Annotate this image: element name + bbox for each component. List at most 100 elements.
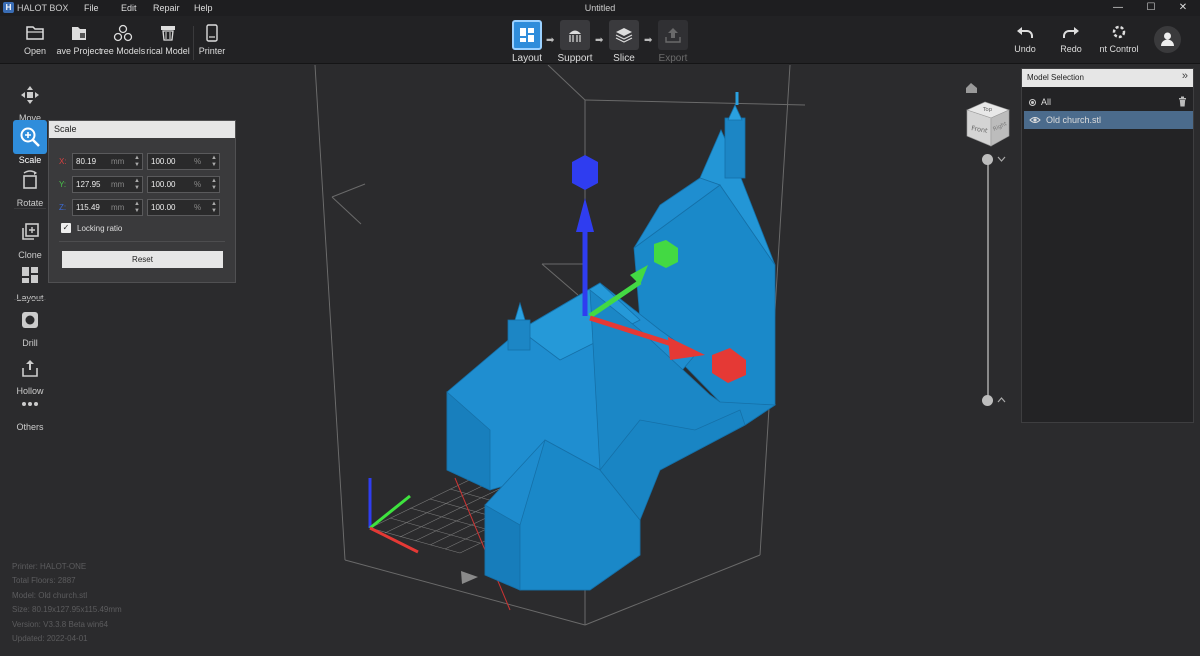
hollow-icon xyxy=(22,360,38,377)
scale-x-percent-input[interactable]: 100.00 % ▲ ▼ xyxy=(147,152,220,170)
info-updated: Updated: 2022-04-01 xyxy=(12,634,88,644)
trash-icon[interactable] xyxy=(1178,96,1187,107)
scale-y-percent-input[interactable]: 100.00 % ▲ ▼ xyxy=(147,175,220,193)
sidebar-item-move[interactable]: Move xyxy=(12,78,48,123)
info-size: Size: 80.19x127.95x115.49mm xyxy=(12,605,122,615)
spinner-icon[interactable]: ▲ ▼ xyxy=(211,201,217,215)
sidebar-divider xyxy=(14,299,46,300)
sidebar-item-rotate[interactable]: Rotate xyxy=(12,163,48,208)
scale-row-x: X: 80.19 mm ▲ ▼ 100.00 % ▲ ▼ xyxy=(59,152,220,170)
print-control-button[interactable]: nt Control xyxy=(1094,24,1144,64)
layer-slider-bottom-handle[interactable] xyxy=(982,395,993,406)
layer-slider-track[interactable] xyxy=(987,162,989,398)
sidebar-item-drill-label: Drill xyxy=(22,338,38,348)
chevron-down-icon[interactable] xyxy=(997,156,1006,163)
clone-icon xyxy=(22,223,39,240)
save-project-button[interactable]: ave Project xyxy=(54,24,104,64)
undo-button[interactable]: Undo xyxy=(1000,24,1050,64)
spinner-icon[interactable]: ▲ ▼ xyxy=(134,155,140,169)
sidebar-item-scale[interactable]: Scale xyxy=(12,120,48,165)
sidebar-item-rotate-label: Rotate xyxy=(16,198,44,208)
model-item-all-label: All xyxy=(1041,97,1052,107)
step-layout-label: Layout xyxy=(511,53,543,64)
scale-z-mm-input[interactable]: 115.49 mm ▲ ▼ xyxy=(72,198,143,216)
model-item-old-church-label: Old church.stl xyxy=(1046,115,1102,125)
free-models-button[interactable]: ree Models xyxy=(98,24,148,64)
print-control-label: nt Control xyxy=(1099,44,1139,54)
spinner-icon[interactable]: ▲ ▼ xyxy=(211,155,217,169)
printer-info: Printer: HALOT-ONE Total Floors: 2887 Mo… xyxy=(12,560,122,646)
app-logo-icon: H xyxy=(3,2,14,13)
minimize-button[interactable]: — xyxy=(1103,0,1133,16)
scale-panel-title: Scale xyxy=(49,121,235,138)
maximize-button[interactable]: ☐ xyxy=(1136,0,1166,16)
scale-row-y: Y: 127.95 mm ▲ ▼ 100.00 % ▲ ▼ xyxy=(59,175,220,193)
radio-icon xyxy=(1029,98,1036,106)
spinner-icon[interactable]: ▲ ▼ xyxy=(211,178,217,192)
chevron-up-icon[interactable] xyxy=(997,396,1006,403)
scale-z-percent-input[interactable]: 100.00 % ▲ ▼ xyxy=(147,198,220,216)
move-icon xyxy=(21,86,39,104)
layout-icon xyxy=(22,267,38,283)
sidebar-item-drill[interactable]: Drill xyxy=(12,303,48,348)
historical-model-button[interactable]: rical Model xyxy=(143,24,193,64)
scale-row-z: Z: 115.49 mm ▲ ▼ 100.00 % ▲ ▼ xyxy=(59,198,220,216)
user-avatar[interactable] xyxy=(1154,26,1181,53)
more-icon xyxy=(22,402,38,406)
model-selection-panel: Model Selection » All Old church.stl xyxy=(1021,68,1194,423)
locking-ratio-row[interactable]: ✓ Locking ratio xyxy=(61,223,122,233)
menu-edit[interactable]: Edit xyxy=(121,3,137,13)
title-bar: H HALOT BOX File Edit Repair Help Untitl… xyxy=(0,0,1200,16)
menu-file[interactable]: File xyxy=(84,3,99,13)
scale-icon xyxy=(20,127,40,147)
collapse-panel-icon[interactable]: » xyxy=(1182,70,1188,82)
slice-icon xyxy=(615,28,633,43)
free-models-label: ree Models xyxy=(100,46,146,56)
menu-help[interactable]: Help xyxy=(194,3,213,13)
scale-x-mm-input[interactable]: 80.19 mm ▲ ▼ xyxy=(72,152,143,170)
church-model[interactable] xyxy=(446,92,777,591)
user-icon xyxy=(1161,32,1174,46)
view-cube[interactable]: Top Front Right xyxy=(963,100,1011,148)
step-export[interactable]: Export xyxy=(643,20,703,64)
scale-z-mm-value: 115.49 xyxy=(76,202,100,212)
sidebar-item-others[interactable]: Others xyxy=(12,387,48,432)
model-item-all[interactable]: All xyxy=(1024,93,1193,111)
spinner-icon[interactable]: ▲ ▼ xyxy=(134,178,140,192)
reset-button[interactable]: Reset xyxy=(62,251,223,268)
scale-x-mm-value: 80.19 xyxy=(76,156,97,166)
historical-model-label: rical Model xyxy=(146,46,190,56)
home-view-icon[interactable] xyxy=(966,83,977,93)
free-models-icon xyxy=(113,24,133,42)
sidebar-item-layout[interactable]: Layout xyxy=(12,258,48,303)
scale-z-percent-unit: % xyxy=(194,202,202,212)
info-total-floors: Total Floors: 2887 xyxy=(12,576,76,586)
eye-icon[interactable] xyxy=(1029,116,1041,124)
model-item-old-church[interactable]: Old church.stl xyxy=(1024,111,1193,129)
drill-icon xyxy=(22,312,38,328)
menu-repair[interactable]: Repair xyxy=(153,3,180,13)
spinner-icon[interactable]: ▲ ▼ xyxy=(134,201,140,215)
info-printer: Printer: HALOT-ONE xyxy=(12,562,87,571)
undo-icon xyxy=(1017,27,1033,38)
printer-button[interactable]: Printer xyxy=(187,24,237,64)
sidebar-divider xyxy=(14,208,46,209)
scale-y-mm-input[interactable]: 127.95 mm ▲ ▼ xyxy=(72,175,143,193)
scale-z-percent-value: 100.00 xyxy=(151,202,176,212)
scale-panel: Scale X: 80.19 mm ▲ ▼ 100.00 % ▲ ▼ Y: 127.… xyxy=(48,120,236,283)
support-icon xyxy=(569,30,581,42)
step-export-label: Export xyxy=(658,53,688,64)
z-scale-handle[interactable] xyxy=(572,155,598,190)
layer-slider-top-handle[interactable] xyxy=(982,154,993,165)
origin-y-axis xyxy=(369,494,411,530)
locking-ratio-label: Locking ratio xyxy=(77,223,123,233)
info-model: Model: Old church.stl xyxy=(12,590,88,600)
close-window-button[interactable]: ✕ xyxy=(1168,0,1198,16)
sidebar-item-clone[interactable]: Clone xyxy=(12,215,48,260)
print-control-icon xyxy=(1112,25,1126,39)
redo-button[interactable]: Redo xyxy=(1046,24,1096,64)
locking-ratio-checkbox[interactable]: ✓ xyxy=(61,223,71,233)
open-button[interactable]: Open xyxy=(10,24,60,64)
scale-x-percent-value: 100.00 xyxy=(151,156,176,166)
scale-x-percent-unit: % xyxy=(194,156,202,166)
